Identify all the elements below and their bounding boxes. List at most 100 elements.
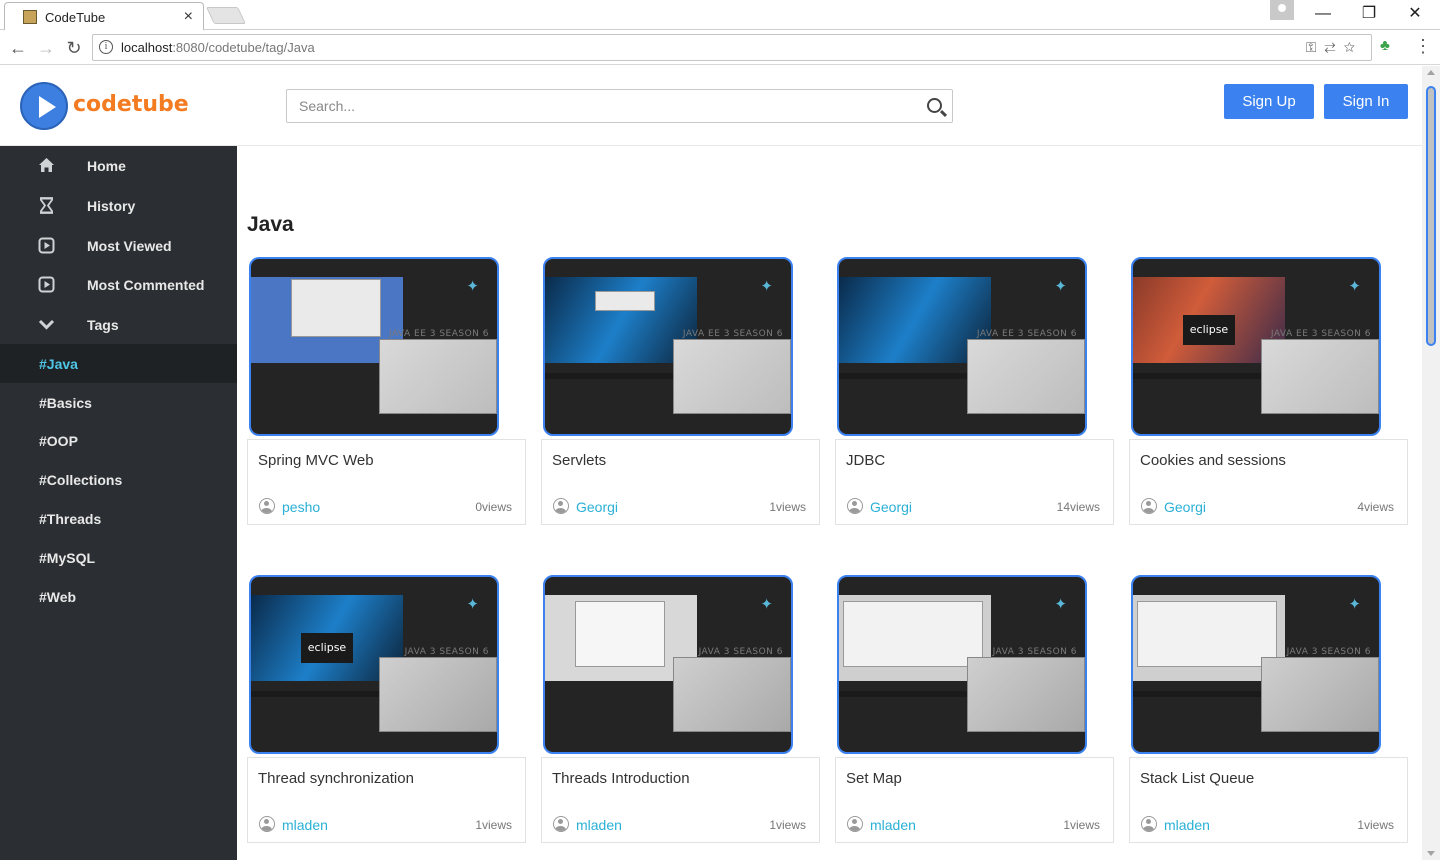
video-author[interactable]: Georgi <box>1164 499 1206 515</box>
video-thumbnail[interactable]: eclipse ✦ JAVA EE 3 SEASON 6 <box>1131 257 1381 436</box>
video-thumbnail[interactable]: ✦ JAVA EE 3 SEASON 6 <box>543 257 793 436</box>
minimize-button[interactable]: — <box>1300 0 1346 28</box>
video-info: Threads Introduction mladen 1views <box>541 757 820 843</box>
restore-button[interactable]: ❐ <box>1346 0 1392 28</box>
search-input[interactable] <box>288 91 908 121</box>
tag-label: #MySQL <box>39 550 96 566</box>
video-thumbnail[interactable]: ✦ JAVA 3 SEASON 6 <box>543 575 793 754</box>
video-title[interactable]: JDBC <box>846 452 885 469</box>
thumbnail-whiteboard <box>673 657 791 732</box>
address-url[interactable]: localhost:8080/codetube/tag/Java <box>121 40 315 55</box>
video-author[interactable]: Georgi <box>870 499 912 515</box>
hourglass-icon <box>38 197 55 214</box>
thumbnail-season: JAVA EE 3 SEASON 6 <box>682 329 783 339</box>
browser-menu-icon[interactable]: ⋮ <box>1414 35 1432 57</box>
sidebar-item-most-viewed[interactable]: Most Viewed <box>0 226 237 265</box>
video-title[interactable]: Spring MVC Web <box>258 452 374 469</box>
video-author[interactable]: mladen <box>576 817 622 833</box>
search-icon[interactable] <box>927 98 942 113</box>
star-logo-icon: ✦ <box>1054 278 1067 295</box>
video-info: Cookies and sessions Georgi 4views <box>1129 439 1408 525</box>
sidebar-tag-web[interactable]: #Web <box>0 577 237 616</box>
sidebar-tag-oop[interactable]: #OOP <box>0 421 237 460</box>
video-title[interactable]: Cookies and sessions <box>1140 452 1286 469</box>
eclipse-splash: eclipse <box>1183 315 1235 345</box>
tag-label: #OOP <box>39 433 78 449</box>
sign-in-button[interactable]: Sign In <box>1324 84 1408 119</box>
video-author[interactable]: mladen <box>870 817 916 833</box>
tab-close-icon[interactable]: × <box>184 7 193 27</box>
home-icon <box>38 157 55 174</box>
new-tab-button[interactable] <box>206 7 246 24</box>
bookmark-star-icon[interactable]: ☆ <box>1344 39 1363 55</box>
video-thumbnail[interactable]: ✦ JAVA EE 3 SEASON 6 <box>837 257 1087 436</box>
scroll-down-arrow-icon[interactable] <box>1427 851 1435 856</box>
logo-text: codetube <box>73 92 189 117</box>
user-avatar-icon <box>259 498 275 514</box>
thumbnail-window <box>1137 601 1277 667</box>
close-window-button[interactable]: ✕ <box>1392 0 1438 28</box>
video-title[interactable]: Servlets <box>552 452 606 469</box>
video-info: Stack List Queue mladen 1views <box>1129 757 1408 843</box>
browser-tab[interactable]: CodeTube × <box>4 2 204 30</box>
video-views: 1views <box>1063 818 1100 832</box>
sidebar-tag-threads[interactable]: #Threads <box>0 499 237 538</box>
thumbnail-season: JAVA 3 SEASON 6 <box>992 647 1077 657</box>
play-square-icon <box>38 276 55 293</box>
scrollbar-thumb[interactable] <box>1426 86 1436 346</box>
star-logo-icon: ✦ <box>1348 596 1361 613</box>
thumbnail-window <box>291 279 381 337</box>
sidebar-item-home[interactable]: Home <box>0 146 237 185</box>
main-content: Java ✦ JAVA EE 3 SEASON 6 Spring MVC Web… <box>237 146 1422 860</box>
forward-icon[interactable]: → <box>34 36 58 60</box>
video-author[interactable]: pesho <box>282 499 320 515</box>
url-path: :8080/codetube/tag/Java <box>172 40 315 55</box>
user-avatar-icon <box>1141 816 1157 832</box>
sidebar-tag-basics[interactable]: #Basics <box>0 383 237 422</box>
codetube-favicon-icon <box>23 10 37 24</box>
reload-icon[interactable]: ↻ <box>62 36 86 60</box>
sidebar-item-tags[interactable]: Tags <box>0 305 237 344</box>
sidebar-tag-java[interactable]: #Java <box>0 344 237 383</box>
thumbnail-window <box>575 601 665 667</box>
video-title[interactable]: Stack List Queue <box>1140 770 1254 787</box>
user-avatar-icon <box>847 498 863 514</box>
sidebar-item-most-commented[interactable]: Most Commented <box>0 265 237 304</box>
video-author[interactable]: mladen <box>1164 817 1210 833</box>
tag-label: #Java <box>39 356 78 372</box>
video-thumbnail[interactable]: ✦ JAVA EE 3 SEASON 6 <box>249 257 499 436</box>
sidebar-tag-mysql[interactable]: #MySQL <box>0 538 237 577</box>
key-icon[interactable]: ⚿ <box>1306 39 1325 55</box>
video-thumbnail[interactable]: eclipse ✦ JAVA 3 SEASON 6 <box>249 575 499 754</box>
sign-up-button[interactable]: Sign Up <box>1224 84 1314 119</box>
video-title[interactable]: Thread synchronization <box>258 770 414 787</box>
video-author[interactable]: mladen <box>282 817 328 833</box>
scroll-up-arrow-icon[interactable] <box>1427 70 1435 75</box>
thumbnail-whiteboard <box>967 657 1085 732</box>
video-info: Servlets Georgi 1views <box>541 439 820 525</box>
back-icon[interactable]: ← <box>6 36 30 60</box>
video-title[interactable]: Set Map <box>846 770 902 787</box>
video-views: 14views <box>1056 500 1100 514</box>
star-logo-icon: ✦ <box>466 596 479 613</box>
user-avatar-icon <box>259 816 275 832</box>
video-thumbnail[interactable]: ✦ JAVA 3 SEASON 6 <box>837 575 1087 754</box>
extension-icon[interactable]: ♣ <box>1380 37 1390 54</box>
star-logo-icon: ✦ <box>760 596 773 613</box>
video-title[interactable]: Threads Introduction <box>552 770 690 787</box>
thumbnail-window <box>595 291 655 311</box>
profile-icon[interactable] <box>1270 0 1294 20</box>
thumbnail-whiteboard <box>967 339 1085 414</box>
sidebar-item-history[interactable]: History <box>0 186 237 225</box>
page-scrollbar[interactable] <box>1422 66 1440 860</box>
sidebar-tag-collections[interactable]: #Collections <box>0 460 237 499</box>
eclipse-splash: eclipse <box>301 633 353 663</box>
address-bar[interactable]: i localhost:8080/codetube/tag/Java ⚿⇄☆ <box>92 34 1372 61</box>
video-author[interactable]: Georgi <box>576 499 618 515</box>
thumbnail-season: JAVA 3 SEASON 6 <box>1286 647 1371 657</box>
tag-label: #Web <box>39 589 77 605</box>
video-thumbnail[interactable]: ✦ JAVA 3 SEASON 6 <box>1131 575 1381 754</box>
translate-icon[interactable]: ⇄ <box>1324 39 1343 55</box>
site-info-icon[interactable]: i <box>99 40 113 54</box>
thumbnail-whiteboard <box>379 657 497 732</box>
